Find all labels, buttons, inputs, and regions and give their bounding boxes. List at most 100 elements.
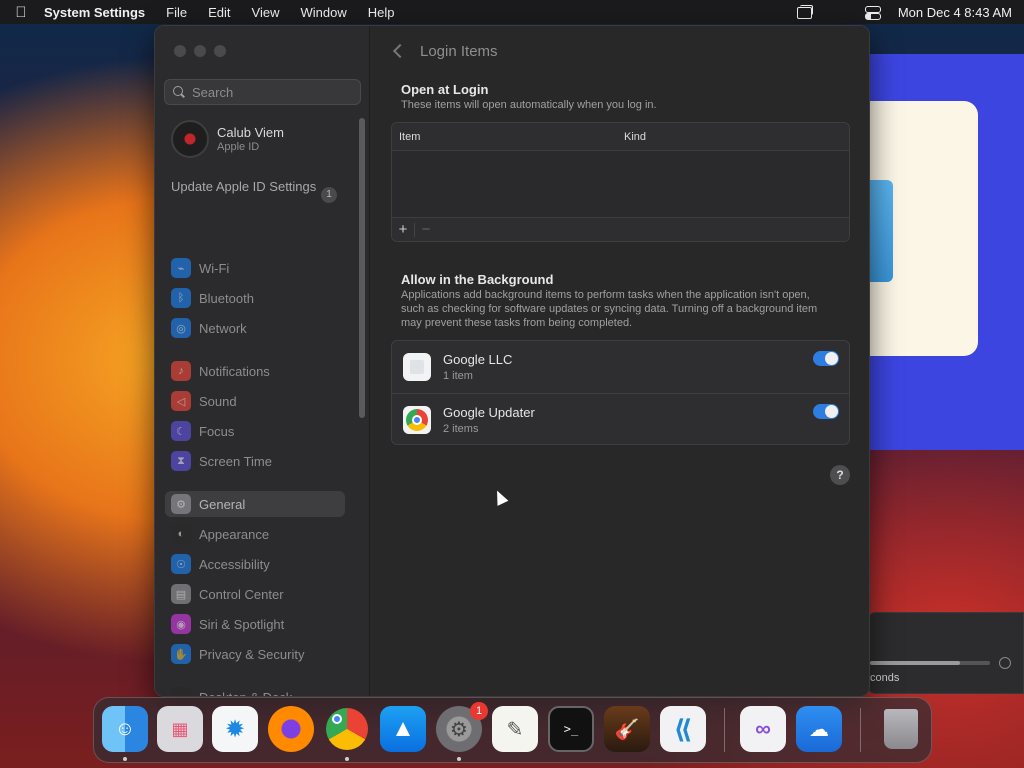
sidebar-item-label: Focus [199,423,235,439]
menu-view[interactable]: View [252,5,280,20]
column-item-header[interactable]: Item [392,131,624,143]
sidebar-item-label: General [199,496,246,512]
notification-badge: 1 [470,702,488,720]
login-items-table[interactable]: Item Kind + − [391,122,850,242]
sidebar-item-label: Wi-Fi [199,260,230,276]
apple-id-profile[interactable]: Calub Viem Apple ID [171,120,284,158]
dock: ☺ ▦ ✹ ▲ ⚙ 1 ✎ >_ 🎸 ⟪ ∞ ☁ [93,697,932,763]
sidebar-item-bluetooth[interactable]: ᛒ Bluetooth [165,285,345,311]
allow-background-description: Applications add background items to per… [401,289,818,329]
sidebar-item-sound[interactable]: ◁ Sound [165,388,345,414]
minimize-window-button[interactable] [194,45,206,57]
sidebar-item-label: Appearance [199,526,270,542]
close-window-button[interactable] [174,45,186,57]
garageband-icon[interactable]: 🎸 [604,706,650,752]
speaker-icon: ◁ [171,391,191,411]
table-footer: + − [392,217,849,241]
update-badge: 1 [321,187,337,203]
help-button[interactable]: ? [830,465,850,485]
sidebar-item-notifications[interactable]: ♪ Notifications [165,358,345,384]
background-close-icon[interactable] [999,657,1011,669]
menu-clock[interactable]: Mon Dec 4 8:43 AM [898,5,1012,20]
sidebar-item-general[interactable]: ⚙ General [165,491,345,517]
sidebar-item-network[interactable]: ◎ Network [165,315,345,341]
appearance-icon: ◐ [171,524,191,544]
sidebar-item-control-center[interactable]: ▤ Control Center [165,581,345,607]
background-slider[interactable] [870,661,990,665]
sidebar-item-label: Sound [199,393,237,409]
profile-name: Calub Viem [217,125,284,140]
back-chevron-icon[interactable] [392,44,402,58]
sidebar-item-label: Siri & Spotlight [199,616,285,632]
apple-menu-icon[interactable]:  [12,4,30,21]
finder-running-indicator [123,757,127,761]
sidebar-item-focus[interactable]: ☾ Focus [165,418,345,444]
zoom-window-button[interactable] [214,45,226,57]
sidebar-item-privacy-security[interactable]: ✋ Privacy & Security [165,641,345,667]
folder-icon [866,180,893,282]
sidebar-item-screen-time[interactable]: ⧗ Screen Time [165,448,345,474]
sidebar-item-label: Accessibility [199,556,270,572]
control-center-icon[interactable] [864,5,881,20]
safari-icon[interactable]: ✹ [212,706,258,752]
page-title: Login Items [420,43,498,60]
dock-separator [724,708,725,752]
sidebar-item-siri-spotlight[interactable]: ◉ Siri & Spotlight [165,611,345,637]
vscode-icon[interactable]: ⟪ [660,706,706,752]
control-center-icon: ▤ [171,584,191,604]
hand-icon: ✋ [171,644,191,664]
system-settings-running-indicator [457,757,461,761]
sidebar-scrollbar[interactable] [359,118,365,418]
dock-separator [860,708,861,752]
visual-studio-icon[interactable]: ∞ [740,706,786,752]
update-apple-id-item[interactable]: Update Apple ID Settings [171,179,341,195]
weather-icon[interactable]: ☁ [796,706,842,752]
menu-app-name[interactable]: System Settings [44,5,145,20]
app-store-icon[interactable]: ▲ [380,706,426,752]
trash-icon[interactable] [878,706,924,752]
menu-window[interactable]: Window [300,5,346,20]
allow-background-title: Allow in the Background [401,272,554,287]
google-updater-toggle[interactable] [813,404,839,419]
profile-subtitle: Apple ID [217,141,260,153]
bluetooth-icon: ᛒ [171,288,191,308]
sidebar-item-label: Privacy & Security [199,646,305,662]
finder-icon[interactable]: ☺ [102,706,148,752]
display-mirroring-icon[interactable] [796,5,813,19]
background-panel-text: conds [870,672,900,684]
search-placeholder: Search [192,84,234,100]
textedit-icon[interactable]: ✎ [492,706,538,752]
background-item-count: 2 items [443,422,479,435]
chrome-icon[interactable] [324,706,370,752]
sidebar-item-label: Network [199,320,247,336]
column-kind-header[interactable]: Kind [624,131,646,143]
sidebar-item-appearance[interactable]: ◐ Appearance [165,521,345,547]
content-pane: Login Items Open at Login These items wi… [371,26,869,696]
menu-help[interactable]: Help [368,5,395,20]
terminal-icon[interactable]: >_ [548,706,594,752]
background-item-name: Google Updater [443,404,535,420]
sidebar-item-label: Notifications [199,363,270,379]
add-login-item-button[interactable]: + [392,221,414,238]
search-input[interactable]: Search [164,79,361,105]
menu-file[interactable]: File [166,5,187,20]
open-at-login-description: These items will open automatically when… [401,99,657,111]
launchpad-icon[interactable]: ▦ [157,706,203,752]
menu-edit[interactable]: Edit [208,5,230,20]
remove-login-item-button[interactable]: − [415,221,437,238]
google-llc-toggle[interactable] [813,351,839,366]
sidebar-item-wi-fi[interactable]: ⌁ Wi-Fi [165,255,345,281]
dock-icon: ▭ [171,687,191,696]
window-controls [174,45,226,57]
sidebar-item-label: Screen Time [199,453,272,469]
system-settings-window: Search Calub Viem Apple ID Update Apple … [154,25,870,697]
background-items-list: Google LLC 1 item Google Updater 2 items [391,340,850,445]
avatar [171,120,209,158]
list-item: Google Updater 2 items [392,393,849,445]
hourglass-icon: ⧗ [171,451,191,471]
sidebar-item-accessibility[interactable]: ☉ Accessibility [165,551,345,577]
sidebar-item-desktop-dock[interactable]: ▭ Desktop & Dock [165,684,345,696]
firefox-icon[interactable] [268,706,314,752]
open-at-login-title: Open at Login [401,82,489,97]
terminal-glyph: >_ [563,722,579,736]
